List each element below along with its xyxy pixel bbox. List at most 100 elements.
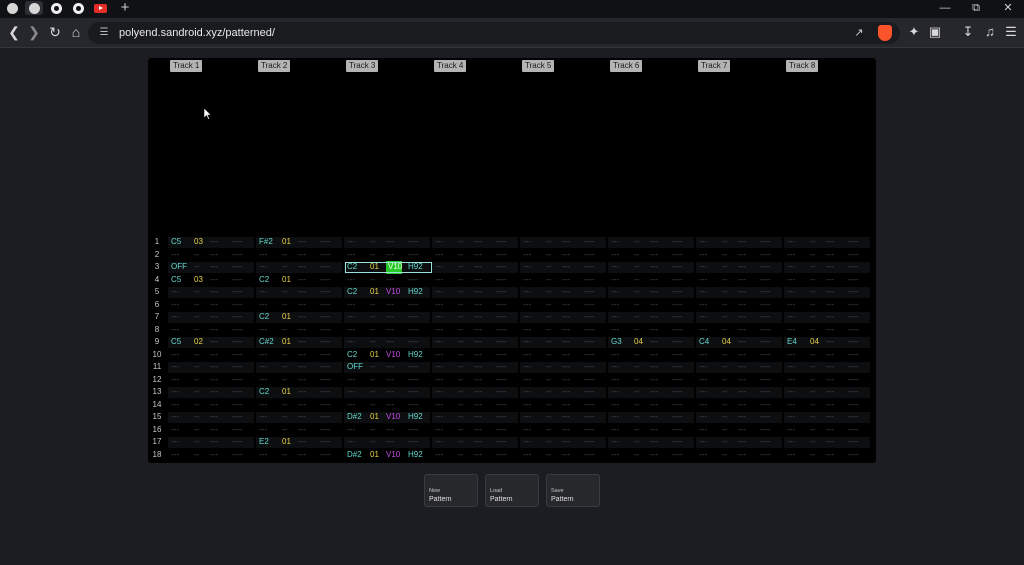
tab-github-2[interactable] [69, 1, 87, 15]
step-cell-track-6[interactable]: --- -- --- ---- [608, 449, 695, 462]
step-cell-track-3[interactable]: --- -- --- ---- [344, 336, 431, 349]
step-cell-track-8[interactable]: --- -- --- ---- [784, 374, 871, 387]
pattern-editor[interactable]: Track 1 Track 2 Track 3 Track 4 Track 5 Track… [148, 58, 876, 463]
step-cell-track-7[interactable]: --- -- --- ---- [696, 449, 783, 462]
tab-globe-1[interactable] [3, 1, 21, 15]
step-cell-track-3[interactable]: --- -- --- ---- [344, 274, 431, 287]
download-icon[interactable]: ↧ [960, 24, 976, 40]
step-cell-track-7[interactable]: --- -- --- ---- [696, 386, 783, 399]
step-cell-track-8[interactable]: --- -- --- ---- [784, 249, 871, 262]
step-cell-track-7[interactable]: --- -- --- ---- [696, 361, 783, 374]
step-cell-track-6[interactable]: --- -- --- ---- [608, 424, 695, 437]
step-cell-track-5[interactable]: --- -- --- ---- [520, 449, 607, 462]
step-cell-track-8[interactable]: E4 04 --- ---- [784, 336, 871, 349]
step-cell-track-7[interactable]: --- -- --- ---- [696, 374, 783, 387]
track-header-4[interactable]: Track 4 [434, 60, 467, 72]
step-cell-track-7[interactable]: --- -- --- ---- [696, 249, 783, 262]
step-cell-track-6[interactable]: --- -- --- ---- [608, 274, 695, 287]
step-cell-track-5[interactable]: --- -- --- ---- [520, 236, 607, 249]
close-icon[interactable]: ✕ [993, 0, 1023, 16]
step-cell-track-2[interactable]: --- -- --- ---- [256, 349, 343, 362]
url-text[interactable]: polyend.sandroid.xyz/patterned/ [119, 26, 275, 40]
step-cell-track-3[interactable]: --- -- --- ---- [344, 436, 431, 449]
step-cell-track-6[interactable]: --- -- --- ---- [608, 286, 695, 299]
track-header-2[interactable]: Track 2 [258, 60, 291, 72]
address-bar[interactable]: ☰ polyend.sandroid.xyz/patterned/ ↗ [88, 22, 900, 44]
step-cell-track-3[interactable]: --- -- --- ---- [344, 399, 431, 412]
step-cell-track-4[interactable]: --- -- --- ---- [432, 236, 519, 249]
step-cell-track-2[interactable]: C2 01 --- ---- [256, 274, 343, 287]
track-header-3[interactable]: Track 3 [346, 60, 379, 72]
step-cell-track-1[interactable]: C5 03 --- ---- [168, 236, 255, 249]
step-cell-track-2[interactable]: --- -- --- ---- [256, 261, 343, 274]
step-cell-track-3[interactable]: C2 01 V10 H92 [344, 349, 431, 362]
step-cell-track-7[interactable]: --- -- --- ---- [696, 286, 783, 299]
step-cell-track-4[interactable]: --- -- --- ---- [432, 361, 519, 374]
step-cell-track-7[interactable]: --- -- --- ---- [696, 349, 783, 362]
step-cell-track-5[interactable]: --- -- --- ---- [520, 386, 607, 399]
step-cell-track-6[interactable]: --- -- --- ---- [608, 324, 695, 337]
step-cell-track-4[interactable]: --- -- --- ---- [432, 286, 519, 299]
step-cell-track-4[interactable]: --- -- --- ---- [432, 386, 519, 399]
track-header-5[interactable]: Track 5 [522, 60, 555, 72]
step-cell-track-2[interactable]: E2 01 --- ---- [256, 436, 343, 449]
step-cell-track-7[interactable]: --- -- --- ---- [696, 436, 783, 449]
step-cell-track-2[interactable]: --- -- --- ---- [256, 374, 343, 387]
step-cell-track-2[interactable]: --- -- --- ---- [256, 411, 343, 424]
step-cell-track-1[interactable]: --- -- --- ---- [168, 311, 255, 324]
step-cell-track-2[interactable]: C#2 01 --- ---- [256, 336, 343, 349]
step-cell-track-5[interactable]: --- -- --- ---- [520, 361, 607, 374]
home-icon[interactable]: ⌂ [68, 24, 84, 40]
step-cell-track-6[interactable]: --- -- --- ---- [608, 299, 695, 312]
share-icon[interactable]: ↗ [852, 26, 866, 40]
step-cell-track-2[interactable]: C2 01 --- ---- [256, 386, 343, 399]
site-settings-icon[interactable]: ☰ [98, 27, 110, 39]
step-cell-track-3[interactable]: --- -- --- ---- [344, 424, 431, 437]
track-header-6[interactable]: Track 6 [610, 60, 643, 72]
step-cell-track-1[interactable]: --- -- --- ---- [168, 349, 255, 362]
save-pattern-button[interactable]: Save Pattern [546, 474, 600, 507]
step-cell-track-8[interactable]: --- -- --- ---- [784, 424, 871, 437]
step-cell-track-1[interactable]: C5 03 --- ---- [168, 274, 255, 287]
step-cell-track-5[interactable]: --- -- --- ---- [520, 374, 607, 387]
step-cell-track-5[interactable]: --- -- --- ---- [520, 424, 607, 437]
step-cell-track-3[interactable]: --- -- --- ---- [344, 236, 431, 249]
step-cell-track-4[interactable]: --- -- --- ---- [432, 411, 519, 424]
step-cell-track-6[interactable]: --- -- --- ---- [608, 261, 695, 274]
step-cell-track-8[interactable]: --- -- --- ---- [784, 436, 871, 449]
step-cell-track-4[interactable]: --- -- --- ---- [432, 249, 519, 262]
step-cell-track-2[interactable]: --- -- --- ---- [256, 424, 343, 437]
step-cell-track-4[interactable]: --- -- --- ---- [432, 324, 519, 337]
step-cell-track-8[interactable]: --- -- --- ---- [784, 349, 871, 362]
step-cell-track-1[interactable]: --- -- --- ---- [168, 324, 255, 337]
forward-icon[interactable]: ❯ [26, 24, 42, 40]
step-cell-track-2[interactable]: F#2 01 --- ---- [256, 236, 343, 249]
step-cell-track-2[interactable]: --- -- --- ---- [256, 361, 343, 374]
step-cell-track-4[interactable]: --- -- --- ---- [432, 449, 519, 462]
step-cell-track-3[interactable]: D#2 01 V10 H92 [344, 411, 431, 424]
step-cell-track-6[interactable]: --- -- --- ---- [608, 374, 695, 387]
step-cell-track-7[interactable]: --- -- --- ---- [696, 311, 783, 324]
step-cell-track-3[interactable]: --- -- --- ---- [344, 374, 431, 387]
track-header-1[interactable]: Track 1 [170, 60, 203, 72]
step-cell-track-4[interactable]: --- -- --- ---- [432, 436, 519, 449]
step-cell-track-4[interactable]: --- -- --- ---- [432, 424, 519, 437]
extensions-icon[interactable]: ✦ [906, 24, 922, 40]
step-cell-track-3[interactable]: --- -- --- ---- [344, 311, 431, 324]
step-cell-track-1[interactable]: --- -- --- ---- [168, 449, 255, 462]
step-cell-track-3[interactable]: --- -- --- ---- [344, 386, 431, 399]
step-cell-track-1[interactable]: OFF -- --- ---- [168, 261, 255, 274]
step-cell-track-5[interactable]: --- -- --- ---- [520, 399, 607, 412]
step-cell-track-3[interactable]: --- -- --- ---- [344, 299, 431, 312]
step-cell-track-5[interactable]: --- -- --- ---- [520, 324, 607, 337]
step-cell-track-1[interactable]: --- -- --- ---- [168, 411, 255, 424]
step-cell-track-5[interactable]: --- -- --- ---- [520, 411, 607, 424]
step-cell-track-4[interactable]: --- -- --- ---- [432, 311, 519, 324]
minimize-icon[interactable]: — [930, 0, 960, 16]
step-cell-track-7[interactable]: --- -- --- ---- [696, 236, 783, 249]
step-cell-track-8[interactable]: --- -- --- ---- [784, 299, 871, 312]
step-cell-track-1[interactable]: --- -- --- ---- [168, 299, 255, 312]
step-cell-track-2[interactable]: C2 01 --- ---- [256, 311, 343, 324]
step-cell-track-3[interactable]: C2 01 V10 H92 [344, 286, 431, 299]
step-cell-track-8[interactable]: --- -- --- ---- [784, 311, 871, 324]
